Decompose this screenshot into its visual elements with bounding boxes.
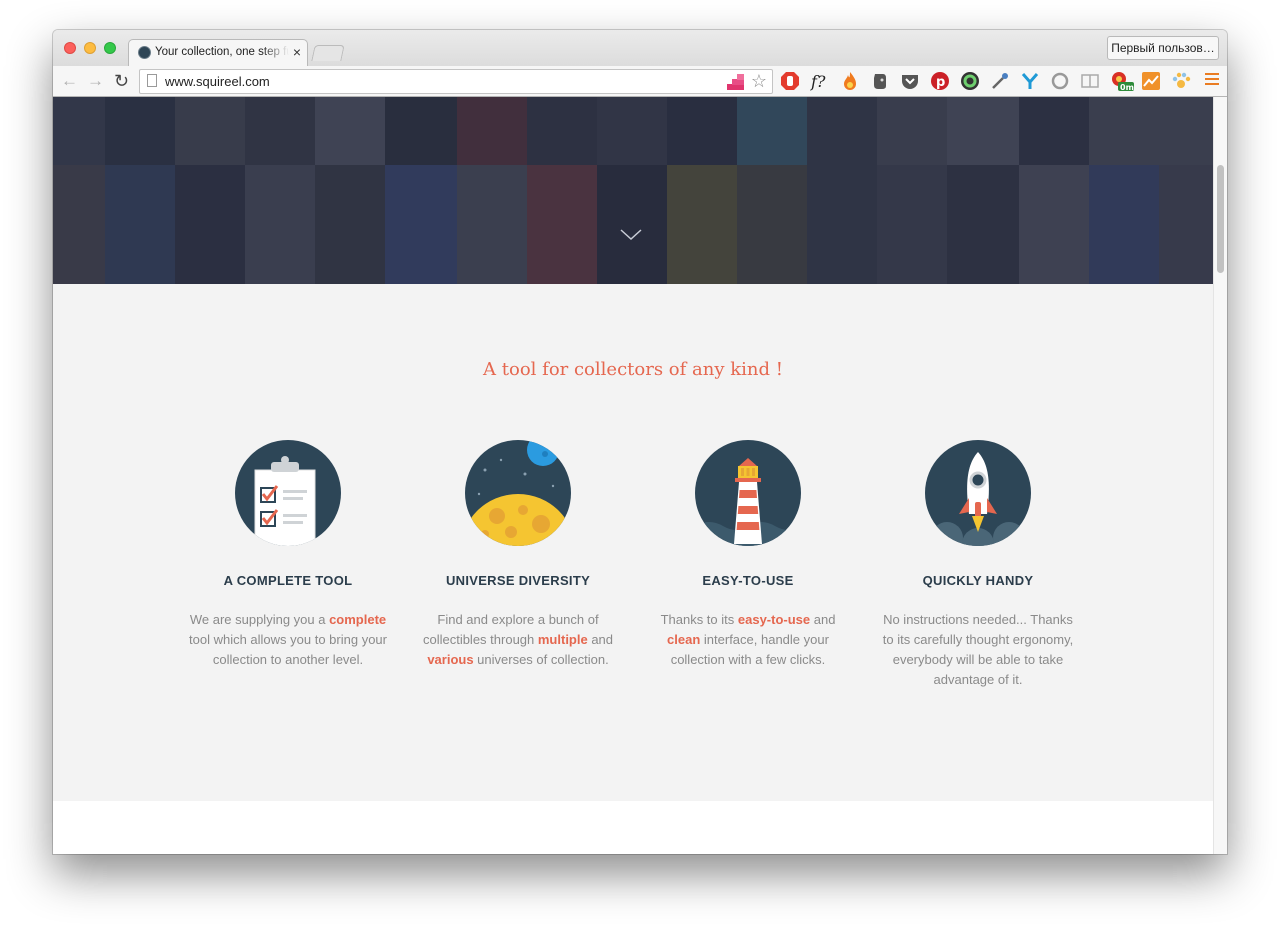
refresh-ring-icon[interactable] xyxy=(1050,71,1070,91)
feature-easy-to-use: EASY-TO-USE Thanks to its easy-to-use an… xyxy=(648,440,848,670)
planet-moon-icon xyxy=(465,440,571,546)
analytics-icon[interactable] xyxy=(1141,71,1161,91)
feature-quickly-handy: QUICKLY HANDY No instructions needed... … xyxy=(878,440,1078,690)
chrome-badge-icon[interactable]: 0m xyxy=(1110,71,1134,91)
feature-description: Find and explore a bunch of collectibles… xyxy=(422,612,614,667)
tab-close-icon[interactable]: × xyxy=(293,44,301,60)
profile-button[interactable]: Первый пользов… xyxy=(1107,36,1219,60)
minimize-window-button[interactable] xyxy=(84,42,96,54)
y-icon[interactable] xyxy=(1020,71,1040,91)
feature-description: Thanks to its easy-to-use and clean inte… xyxy=(660,612,836,667)
feature-description: No instructions needed... Thanks to its … xyxy=(882,612,1074,687)
url-text[interactable]: www.squireel.com xyxy=(165,74,270,89)
fire-icon[interactable] xyxy=(840,71,860,91)
vertical-scrollbar[interactable] xyxy=(1213,97,1227,854)
feature-description: We are supplying you a complete tool whi… xyxy=(189,612,387,667)
next-section xyxy=(53,801,1213,854)
address-bar[interactable]: www.squireel.com ☆ xyxy=(139,69,773,94)
clipboard-checklist-icon xyxy=(235,440,341,546)
feature-universe-diversity: UNIVERSE DIVERSITY Find and explore a bu… xyxy=(418,440,618,670)
menu-icon[interactable] xyxy=(1205,73,1219,87)
extension-badge: 0m xyxy=(1120,83,1134,91)
new-tab-button[interactable] xyxy=(311,45,345,61)
eyedropper-icon[interactable] xyxy=(990,71,1010,91)
page-icon xyxy=(147,74,157,87)
svg-text:f?: f? xyxy=(810,72,826,91)
active-tab[interactable]: Your collection, one step further × xyxy=(128,39,308,66)
bookmark-star-icon[interactable]: ☆ xyxy=(751,71,767,91)
hero-banner xyxy=(53,97,1213,284)
forward-button[interactable]: → xyxy=(87,71,104,91)
paw-icon[interactable] xyxy=(1171,71,1191,91)
section-title: A tool for collectors of any kind ! xyxy=(483,359,783,380)
zoom-window-button[interactable] xyxy=(104,42,116,54)
font-finder-icon[interactable]: f? xyxy=(810,71,830,91)
title-bar: Your collection, one step further × Перв… xyxy=(53,30,1227,66)
stairs-extension-icon[interactable] xyxy=(727,73,744,90)
close-window-button[interactable] xyxy=(64,42,76,54)
pocket-icon[interactable] xyxy=(900,71,920,91)
feature-complete-tool: A COMPLETE TOOL We are supplying you a c… xyxy=(188,440,388,670)
adblock-icon[interactable] xyxy=(780,71,800,91)
feature-title: UNIVERSE DIVERSITY xyxy=(445,573,591,588)
pinterest-icon[interactable]: p xyxy=(930,71,950,91)
scrollbar-thumb[interactable] xyxy=(1217,165,1224,273)
tab-title: Your collection, one step further xyxy=(155,46,289,58)
rocket-icon xyxy=(925,440,1031,546)
feature-title: A COMPLETE TOOL xyxy=(223,573,353,588)
squirrel-favicon-icon xyxy=(138,46,151,59)
feature-title: EASY-TO-USE xyxy=(702,573,794,588)
page-viewport: A tool for collectors of any kind ! A CO… xyxy=(53,97,1213,854)
hero-overlay xyxy=(53,97,1213,284)
browser-window: Your collection, one step further × Перв… xyxy=(53,30,1227,854)
feature-title: QUICKLY HANDY xyxy=(922,573,1034,588)
lighthouse-icon xyxy=(695,440,801,546)
color-circle-icon[interactable] xyxy=(960,71,980,91)
back-button[interactable]: ← xyxy=(61,71,78,91)
scroll-down-chevron-icon[interactable] xyxy=(619,227,643,243)
svg-text:p: p xyxy=(936,75,945,90)
browser-toolbar: ← → ↻ www.squireel.com ☆ f? p 0m xyxy=(53,66,1227,97)
reload-button[interactable]: ↻ xyxy=(114,71,129,91)
evernote-icon[interactable] xyxy=(870,71,890,91)
reader-icon[interactable] xyxy=(1080,71,1100,91)
